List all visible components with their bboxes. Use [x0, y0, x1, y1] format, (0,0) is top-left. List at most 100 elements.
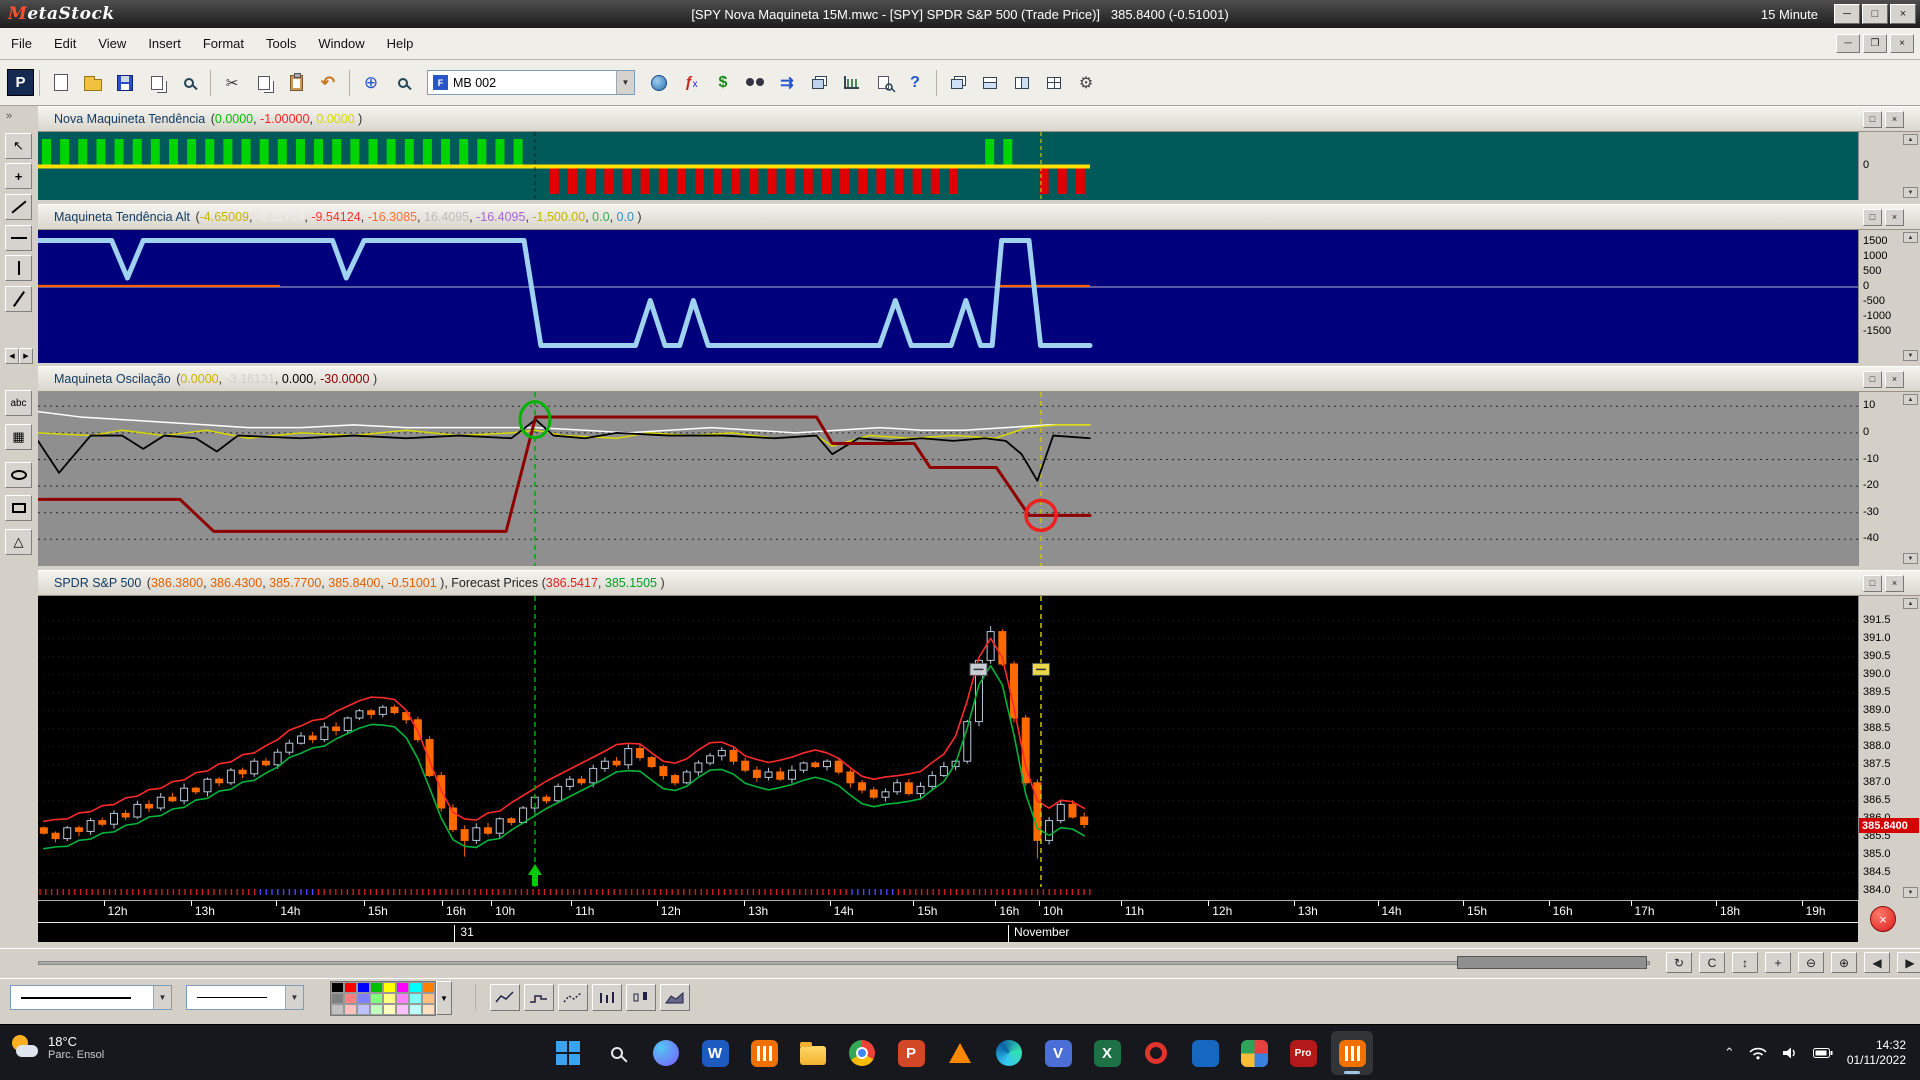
- panel-header-tendencia-alt[interactable]: Maquineta Tendência Alt (-4.65009, -2.11…: [38, 204, 1920, 230]
- line-style-combo[interactable]: ▼: [10, 985, 172, 1010]
- palette-color[interactable]: [383, 1004, 396, 1015]
- close-button[interactable]: ×: [1890, 4, 1916, 24]
- print-preview-button[interactable]: [173, 68, 205, 98]
- tray-chevron-icon[interactable]: ⌃: [1724, 1045, 1735, 1061]
- panel-restore-button[interactable]: □: [1863, 575, 1882, 592]
- scroll-right-button[interactable]: ▶: [1897, 952, 1920, 973]
- tools-scroll-left[interactable]: ◀: [5, 348, 19, 364]
- time-axis[interactable]: 12h13h14h15h16h10h11h12h13h14h15h16h10h1…: [38, 900, 1858, 922]
- taskbar-copilot-button[interactable]: [645, 1031, 687, 1075]
- line-weight-combo[interactable]: ▼: [186, 985, 304, 1010]
- panel-close-button[interactable]: ×: [1885, 575, 1904, 592]
- palette-color[interactable]: [409, 993, 422, 1004]
- tool-grid[interactable]: ▦: [5, 424, 32, 450]
- palette-color[interactable]: [357, 993, 370, 1004]
- tool-rectangle[interactable]: [5, 495, 32, 521]
- tool-triangle[interactable]: △: [5, 529, 32, 555]
- taskbar-pro-button[interactable]: Pro: [1282, 1031, 1324, 1075]
- style-area-plot-button[interactable]: [660, 984, 690, 1011]
- forecaster-button[interactable]: [835, 68, 867, 98]
- combo-dropdown-arrow[interactable]: ▼: [285, 986, 303, 1009]
- taskbar-clock[interactable]: 14:32 01/11/2022: [1847, 1038, 1906, 1068]
- paste-button[interactable]: [280, 68, 312, 98]
- date-axis[interactable]: 31November: [38, 922, 1858, 942]
- layout-combo[interactable]: F MB 002 ▼: [427, 70, 635, 95]
- zoom-doc-button[interactable]: [867, 68, 899, 98]
- child-restore-button[interactable]: ❐: [1863, 34, 1887, 53]
- cut-button[interactable]: ✂: [216, 68, 248, 98]
- crosshair-button[interactable]: ⊕: [355, 68, 387, 98]
- taskbar-visualstudio-button[interactable]: V: [1037, 1031, 1079, 1075]
- settings-button[interactable]: ⚙: [1070, 68, 1102, 98]
- window-cascade-button[interactable]: [942, 68, 974, 98]
- chart-tendencia-alt[interactable]: [38, 230, 1858, 363]
- panel-scale-up-button[interactable]: ▲: [1903, 134, 1918, 145]
- palette-color[interactable]: [396, 982, 409, 993]
- indicator-builder-button[interactable]: ƒx: [675, 68, 707, 98]
- taskbar-metastock-button[interactable]: [743, 1031, 785, 1075]
- window-grid-button[interactable]: [1038, 68, 1070, 98]
- zoom-in-button[interactable]: ⊕: [1831, 952, 1857, 973]
- panel-scale-up-button[interactable]: ▲: [1903, 394, 1918, 405]
- window-tile-vertical-button[interactable]: [1006, 68, 1038, 98]
- copy-button[interactable]: [248, 68, 280, 98]
- child-close-button[interactable]: ×: [1890, 34, 1914, 53]
- wifi-icon[interactable]: [1749, 1046, 1767, 1060]
- tool-vertical-line[interactable]: [5, 255, 32, 281]
- taskbar-edge-button[interactable]: [988, 1031, 1030, 1075]
- palette-color[interactable]: [344, 982, 357, 993]
- panel-header-price[interactable]: SPDR S&P 500 (386.3800, 386.4300, 385.77…: [38, 570, 1920, 596]
- panel-restore-button[interactable]: □: [1863, 209, 1882, 226]
- menu-window[interactable]: Window: [307, 31, 375, 56]
- window-tile-horizontal-button[interactable]: [974, 68, 1006, 98]
- taskbar-office-button[interactable]: [1184, 1031, 1226, 1075]
- style-line-plot-button[interactable]: [490, 984, 520, 1011]
- palette-color[interactable]: [383, 993, 396, 1004]
- pan-button[interactable]: +: [1765, 952, 1791, 973]
- chart-price[interactable]: [38, 596, 1858, 900]
- tool-fibonacci[interactable]: [5, 286, 32, 312]
- panel-scale-up-button[interactable]: ▲: [1903, 598, 1918, 609]
- taskbar-opera-button[interactable]: [1135, 1031, 1177, 1075]
- compress-button[interactable]: C: [1699, 952, 1725, 973]
- open-button[interactable]: [77, 68, 109, 98]
- system-tester-button[interactable]: $: [707, 68, 739, 98]
- palette-color[interactable]: [396, 993, 409, 1004]
- menu-view[interactable]: View: [87, 31, 137, 56]
- chart-tendencia[interactable]: [38, 132, 1858, 200]
- palette-color[interactable]: [370, 1004, 383, 1015]
- taskbar-photos-button[interactable]: [1233, 1031, 1275, 1075]
- taskbar-word-button[interactable]: W: [694, 1031, 736, 1075]
- panel-close-button[interactable]: ×: [1885, 371, 1904, 388]
- new-chart-button[interactable]: [45, 68, 77, 98]
- explorer-search-button[interactable]: [739, 68, 771, 98]
- menu-format[interactable]: Format: [192, 31, 255, 56]
- taskbar-vlc-button[interactable]: [939, 1031, 981, 1075]
- explorer-button[interactable]: [643, 68, 675, 98]
- menu-edit[interactable]: Edit: [43, 31, 87, 56]
- palette-color[interactable]: [370, 982, 383, 993]
- tool-horizontal-line[interactable]: [5, 225, 32, 251]
- maximize-button[interactable]: □: [1862, 4, 1888, 24]
- chart-oscilacao[interactable]: [38, 392, 1858, 566]
- panel-header-oscilacao[interactable]: Maquineta Oscilação (0.0000, -3.16131, 0…: [38, 366, 1920, 392]
- menu-insert[interactable]: Insert: [137, 31, 192, 56]
- minimize-button[interactable]: ─: [1834, 4, 1860, 24]
- tool-crosshair[interactable]: +: [5, 163, 32, 189]
- taskbar-excel-button[interactable]: X: [1086, 1031, 1128, 1075]
- palette-color[interactable]: [331, 993, 344, 1004]
- panel-restore-button[interactable]: □: [1863, 111, 1882, 128]
- taskbar-powerpoint-button[interactable]: P: [890, 1031, 932, 1075]
- delete-cursor-icon[interactable]: ×: [1870, 906, 1896, 932]
- scrollbar-thumb[interactable]: [1457, 956, 1647, 969]
- palette-color[interactable]: [422, 1004, 435, 1015]
- palette-color[interactable]: [422, 993, 435, 1004]
- tool-ellipse[interactable]: [5, 462, 32, 488]
- palette-color[interactable]: [383, 982, 396, 993]
- style-step-plot-button[interactable]: [524, 984, 554, 1011]
- style-bar-plot-button[interactable]: [592, 984, 622, 1011]
- taskbar-chrome-button[interactable]: [841, 1031, 883, 1075]
- palette-color[interactable]: [357, 982, 370, 993]
- taskbar-metastock-active-button[interactable]: [1331, 1031, 1373, 1075]
- templates-button[interactable]: [803, 68, 835, 98]
